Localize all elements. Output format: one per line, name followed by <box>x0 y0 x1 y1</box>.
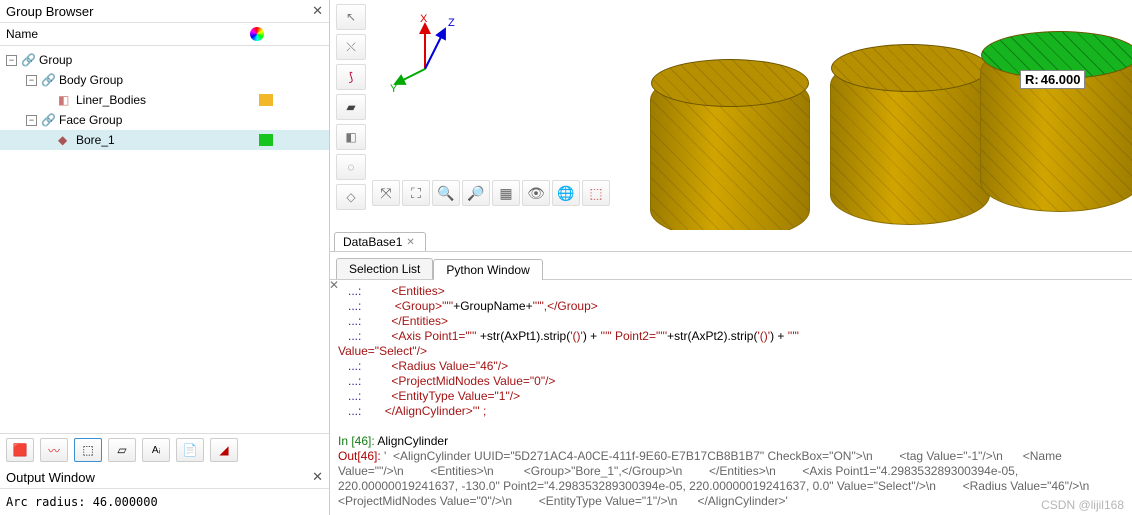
axis-tool-icon[interactable]: ⤬ <box>336 34 366 60</box>
color-wheel-icon[interactable] <box>250 27 264 41</box>
axis-triad: X Z Y <box>390 14 470 94</box>
column-name: Name <box>6 27 38 41</box>
tree-node-face-group[interactable]: Face Group <box>59 113 122 127</box>
svg-text:X: X <box>420 14 428 25</box>
output-window-title: Output Window <box>6 470 95 485</box>
close-icon[interactable]: ✕ <box>312 469 323 485</box>
tree-node-liner-bodies[interactable]: Liner_Bodies <box>76 93 146 107</box>
tab-button[interactable]: ⬚ <box>74 438 102 462</box>
eye-icon[interactable]: 👁 <box>522 180 550 206</box>
tab-python-window[interactable]: Python Window <box>433 259 542 280</box>
group-browser-tabs: 🟥 〰 ⬚ ▱ Aᵢ 📄 ◢ <box>0 433 329 466</box>
face-icon: ◆ <box>58 133 72 147</box>
color-swatch[interactable] <box>259 134 273 146</box>
close-icon[interactable]: ✕ <box>312 3 323 19</box>
body-icon: ◧ <box>58 93 72 107</box>
group-icon: 🔗 <box>41 73 55 87</box>
tree-node-group[interactable]: Group <box>39 53 72 67</box>
group-tree[interactable]: − 🔗 Group − 🔗 Body Group ◧ Liner_Bodies … <box>0 46 329 433</box>
radius-annotation: R: 46.000 <box>1020 70 1085 89</box>
fit-icon[interactable]: ⛶ <box>402 180 430 206</box>
tree-node-body-group[interactable]: Body Group <box>59 73 123 87</box>
custom-tool-icon[interactable]: ◇ <box>336 184 366 210</box>
color-swatch[interactable] <box>259 94 273 106</box>
collapse-icon[interactable]: − <box>26 115 37 126</box>
shade-icon[interactable]: ▦ <box>492 180 520 206</box>
output-text: Arc radius: 46.000000 <box>0 489 329 515</box>
group-icon: 🔗 <box>41 113 55 127</box>
svg-text:Y: Y <box>390 83 398 94</box>
plane-tool-icon[interactable]: ▰ <box>336 94 366 120</box>
zoom-icon[interactable]: 🔎 <box>462 180 490 206</box>
watermark: CSDN @lijil168 <box>1041 498 1124 512</box>
tab-button[interactable]: ◢ <box>210 438 238 462</box>
close-icon[interactable]: ✕ <box>406 237 414 248</box>
tab-button[interactable]: Aᵢ <box>142 438 170 462</box>
tab-selection-list[interactable]: Selection List <box>336 258 433 279</box>
3d-viewport[interactable]: ↖ ⤬ ⟆ ▰ ◧ ◌ ◇ ⤧ ⛶ 🔍 🔎 ▦ 👁 🌐 ⬚ X Z <box>330 0 1132 230</box>
tab-button[interactable]: 🟥 <box>6 438 34 462</box>
svg-text:Z: Z <box>448 17 455 29</box>
sphere-tool-icon[interactable]: ◌ <box>336 154 366 180</box>
tab-button[interactable]: ▱ <box>108 438 136 462</box>
orient-icon[interactable]: ⤧ <box>372 180 400 206</box>
collapse-icon[interactable]: − <box>6 55 17 66</box>
group-browser-title: Group Browser <box>6 4 93 19</box>
more-icon[interactable]: ⬚ <box>582 180 610 206</box>
box-tool-icon[interactable]: ◧ <box>336 124 366 150</box>
group-icon: 🔗 <box>21 53 35 67</box>
collapse-icon[interactable]: − <box>26 75 37 86</box>
tab-database1[interactable]: DataBase1✕ <box>334 232 426 251</box>
render-icon[interactable]: 🌐 <box>552 180 580 206</box>
tab-button[interactable]: 📄 <box>176 438 204 462</box>
tree-node-bore-1[interactable]: Bore_1 <box>76 133 115 147</box>
arc-tool-icon[interactable]: ⟆ <box>336 64 366 90</box>
python-console[interactable]: ...: <Entities> ...: <Group>"'''+GroupNa… <box>330 280 1132 515</box>
cursor-icon[interactable]: ↖ <box>336 4 366 30</box>
zoom-window-icon[interactable]: 🔍 <box>432 180 460 206</box>
tab-button[interactable]: 〰 <box>40 438 68 462</box>
